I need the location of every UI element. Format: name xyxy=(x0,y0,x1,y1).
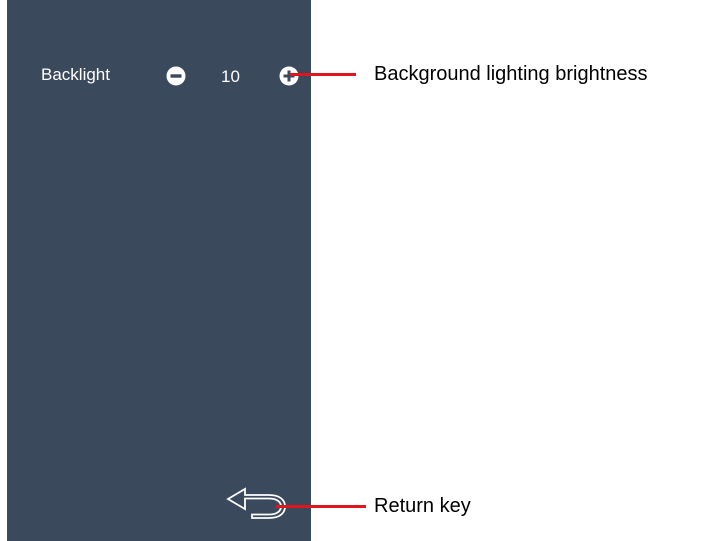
backlight-callout-line xyxy=(290,73,356,76)
backlight-callout-text: Background lighting brightness xyxy=(374,63,648,85)
plus-circle-icon[interactable] xyxy=(279,66,299,86)
return-callout-line xyxy=(276,505,366,508)
minus-circle-icon[interactable] xyxy=(166,66,186,86)
return-callout-text: Return key xyxy=(374,495,471,517)
backlight-label: Backlight xyxy=(41,65,110,84)
settings-screen-panel: Backlight 10 xyxy=(7,0,311,541)
backlight-value: 10 xyxy=(221,67,240,86)
